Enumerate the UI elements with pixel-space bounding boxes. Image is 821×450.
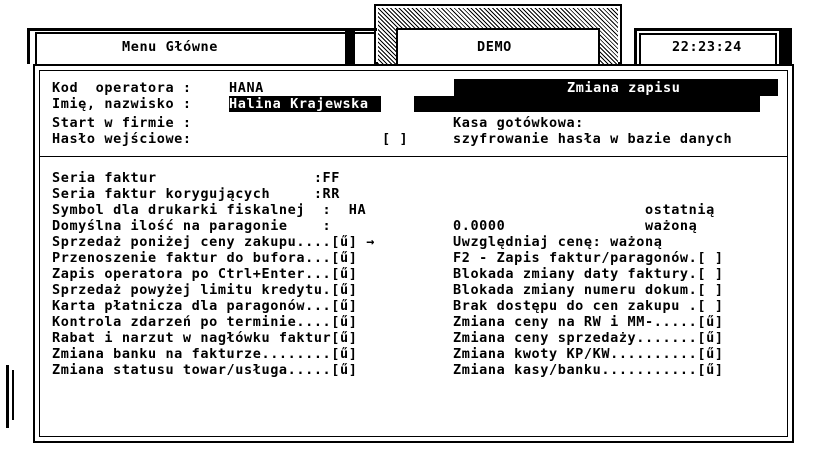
clock: 22:23:24 [672, 39, 742, 55]
menu-title-tab[interactable]: Menu Główne [27, 18, 377, 64]
imie-value[interactable]: Halina Krajewska [229, 96, 381, 112]
zmiana-zapisu-bar-extension [414, 96, 760, 112]
setting-uwzgledniaj-cene[interactable]: Uwzględniaj cenę: ważoną [453, 234, 662, 250]
setting-przenoszenie[interactable]: Przenoszenie faktur do bufora...[ű] [52, 250, 357, 266]
szyfrowanie-label: szyfrowanie hasła w bazie danych [453, 131, 733, 147]
setting-ilosc-wazona[interactable]: 0.0000 ważoną [453, 218, 697, 234]
kasa-label: Kasa gotówkowa: [453, 115, 584, 131]
setting-sprzedaz-ponizej[interactable]: Sprzedaż poniżej ceny zakupu....[ű] → [52, 234, 375, 250]
setting-zapis-operatora[interactable]: Zapis operatora po Ctrl+Enter...[ű] [52, 266, 357, 282]
setting-zmiana-ceny-sprzedazy[interactable]: Zmiana ceny sprzedaży.......[ű] [453, 330, 724, 346]
setting-kontrola-zdarzen[interactable]: Kontrola zdarzeń po terminie....[ű] [52, 314, 357, 330]
setting-zmiana-kasy[interactable]: Zmiana kasy/banku...........[ű] [453, 362, 724, 378]
haslo-checkbox[interactable]: [ ] [382, 131, 408, 147]
setting-karta-platnicza[interactable]: Karta płatnicza dla paragonów...[ű] [52, 298, 357, 314]
start-label: Start w firmie : [52, 115, 192, 131]
setting-seria-korygujacych[interactable]: Seria faktur korygujących :RR [52, 186, 340, 202]
right-edge-bar [782, 28, 792, 64]
menu-title: Menu Główne [122, 39, 219, 55]
setting-sprzedaz-powyzej[interactable]: Sprzedaż powyżej limitu kredytu.[ű] [52, 282, 357, 298]
imie-label: Imię, nazwisko : [52, 96, 201, 112]
setting-symbol-drukarki[interactable]: Symbol dla drukarki fiskalnej : HA [52, 202, 366, 218]
setting-rabat-narzut[interactable]: Rabat i narzut w nagłówku faktur[ű] [52, 330, 357, 346]
setting-f2-zapis[interactable]: F2 - Zapis faktur/paragonów.[ ] [453, 250, 724, 266]
kod-value[interactable]: HANA [229, 80, 264, 96]
setting-seria-faktur[interactable]: Seria faktur :FF [52, 170, 340, 186]
setting-zmiana-ceny-rw[interactable]: Zmiana ceny na RW i MM-.....[ű] [453, 314, 724, 330]
demo-tab: DEMO [374, 4, 622, 66]
setting-zmiana-banku[interactable]: Zmiana banku na fakturze........[ű] [52, 346, 357, 362]
zmiana-zapisu-title: Zmiana zapisu [567, 80, 681, 96]
setting-blokada-daty[interactable]: Blokada zmiany daty faktury.[ ] [453, 266, 724, 282]
window-left-edge [6, 365, 9, 428]
demo-label: DEMO [477, 39, 512, 55]
kod-label: Kod operatora : [52, 80, 201, 96]
setting-zmiana-statusu[interactable]: Zmiana statusu towar/usługa.....[ű] [52, 362, 357, 378]
setting-ostatnia[interactable]: ostatnią [453, 202, 715, 218]
setting-zmiana-kwoty[interactable]: Zmiana kwoty KP/KW..........[ű] [453, 346, 724, 362]
setting-blokada-numeru[interactable]: Blokada zmiany numeru dokum.[ ] [453, 282, 724, 298]
clock-tab: 22:23:24 [634, 28, 782, 64]
window-left-edge-inner [12, 370, 14, 420]
haslo-label: Hasło wejściowe: [52, 131, 192, 147]
setting-brak-dostepu[interactable]: Brak dostępu do cen zakupu .[ ] [453, 298, 724, 314]
setting-domyslna-ilosc[interactable]: Domyślna ilość na paragonie : [52, 218, 331, 234]
section-divider [40, 156, 788, 157]
